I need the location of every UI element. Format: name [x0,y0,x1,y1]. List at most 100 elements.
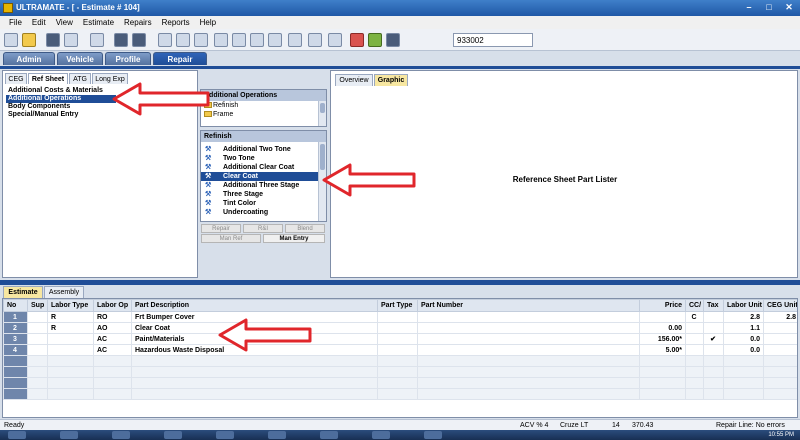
list-item[interactable]: ⚒ Tint Color [201,199,326,208]
list-item[interactable]: Body Components [6,103,196,111]
list-item[interactable]: ⚒ Additional Two Tone [201,145,326,154]
list-item[interactable]: Refinish [201,101,326,110]
help-icon[interactable] [328,33,342,47]
table-cell[interactable] [763,333,797,345]
col-ceg-unit[interactable]: CEG Unit [763,299,797,312]
taskbar-app-icon[interactable] [424,431,442,439]
table-cell[interactable] [703,344,724,356]
table-cell[interactable]: 5.00* [639,344,686,356]
table-cell[interactable] [27,322,48,334]
calendar-icon[interactable] [386,33,400,47]
minimize-button[interactable]: – [742,2,756,13]
list-item[interactable]: ⚒ Undercoating [201,208,326,217]
blend-button[interactable]: Blend [285,224,325,233]
tab-profile[interactable]: Profile [105,52,151,65]
table-cell[interactable]: Clear Coat [131,322,378,334]
table-cell[interactable] [703,322,724,334]
repair-button[interactable]: Repair [201,224,241,233]
taskbar-app-icon[interactable] [320,431,338,439]
table-cell[interactable]: Frt Bumper Cover [131,311,378,323]
table-cell[interactable] [763,344,797,356]
table-cell[interactable]: 2 [3,322,28,334]
menu-estimate[interactable]: Estimate [78,16,119,29]
table-cell[interactable] [377,322,418,334]
table-cell[interactable] [27,311,48,323]
tools-icon[interactable] [350,33,364,47]
list-item[interactable]: Additional Costs & Materials [6,87,196,95]
list-item[interactable]: ⚒ Additional Three Stage [201,181,326,190]
taskbar-app-icon[interactable] [372,431,390,439]
tab-repair[interactable]: Repair [153,52,207,65]
table-cell[interactable] [417,344,640,356]
table-cell[interactable]: ✔ [703,333,724,345]
tree-icon[interactable] [232,33,246,47]
table-cell[interactable]: 4 [3,344,28,356]
taskbar-app-icon[interactable] [60,431,78,439]
table-cell[interactable]: Hazardous Waste Disposal [131,344,378,356]
table-row[interactable]: 3 AC Paint/Materials 156.00* ✔ 0.0 [3,333,797,345]
list-item[interactable]: ⚒ Three Stage [201,190,326,199]
tab-estimate[interactable]: Estimate [3,286,43,298]
menu-file[interactable]: File [4,16,27,29]
tab-assembly[interactable]: Assembly [44,286,84,298]
tab-graphic[interactable]: Graphic [374,74,408,86]
layout-2-icon[interactable] [176,33,190,47]
paste-icon[interactable] [132,33,146,47]
tab-overview[interactable]: Overview [335,74,373,86]
table-cell[interactable] [47,333,94,345]
col-part-number[interactable]: Part Number [417,299,640,312]
options-icon[interactable] [308,33,322,47]
menu-repairs[interactable]: Repairs [119,16,157,29]
table-cell[interactable] [417,311,640,323]
col-labor-type[interactable]: Labor Type [47,299,94,312]
table-cell[interactable] [417,322,640,334]
table-cell[interactable]: R [47,322,94,334]
layout-3-icon[interactable] [194,33,208,47]
scrollbar[interactable] [318,101,326,126]
tab-admin[interactable]: Admin [3,52,55,65]
table-cell[interactable]: AC [93,344,132,356]
table-cell[interactable]: C [685,311,704,323]
table-cell[interactable] [377,333,418,345]
col-part-type[interactable]: Part Type [377,299,418,312]
table-cell[interactable]: 0.0 [723,333,764,345]
col-labor-unit[interactable]: Labor Unit [723,299,764,312]
document-icon[interactable] [90,33,104,47]
table-cell[interactable]: RO [93,311,132,323]
col-sup[interactable]: Sup [27,299,48,312]
estimate-number-input[interactable] [453,33,533,47]
table-cell[interactable] [27,344,48,356]
col-cc[interactable]: CC/ [685,299,704,312]
list-item[interactable]: ⚒ Two Tone [201,154,326,163]
table-cell[interactable]: 2.8 [763,311,797,323]
table-cell[interactable]: AO [93,322,132,334]
start-icon[interactable] [8,431,26,439]
taskbar-app-icon[interactable] [112,431,130,439]
tab-ceg[interactable]: CEG [5,73,27,84]
open-folder-icon[interactable] [22,33,36,47]
print-icon[interactable] [64,33,78,47]
table-cell[interactable] [639,311,686,323]
table-row[interactable]: 2 R AO Clear Coat 0.00 1.1 [3,322,797,334]
maximize-button[interactable]: □ [762,2,776,13]
table-cell[interactable] [685,344,704,356]
col-no[interactable]: No [3,299,28,312]
tab-long-exp[interactable]: Long Exp [92,73,128,84]
menu-edit[interactable]: Edit [27,16,51,29]
table-cell[interactable]: 1 [3,311,28,323]
list-item-selected[interactable]: ⚒ Clear Coat [201,172,326,181]
table-cell[interactable] [685,322,704,334]
table-cell[interactable]: 3 [3,333,28,345]
man-ref-button[interactable]: Man Ref [201,234,261,243]
grid-icon[interactable] [268,33,282,47]
menu-view[interactable]: View [51,16,78,29]
menu-reports[interactable]: Reports [157,16,195,29]
table-cell[interactable]: 0.0 [723,344,764,356]
taskbar-app-icon[interactable] [268,431,286,439]
calculator-icon[interactable] [250,33,264,47]
table-cell[interactable] [417,333,640,345]
save-icon[interactable] [46,33,60,47]
copy-icon[interactable] [114,33,128,47]
close-button[interactable]: ✕ [782,2,796,13]
table-cell[interactable]: AC [93,333,132,345]
